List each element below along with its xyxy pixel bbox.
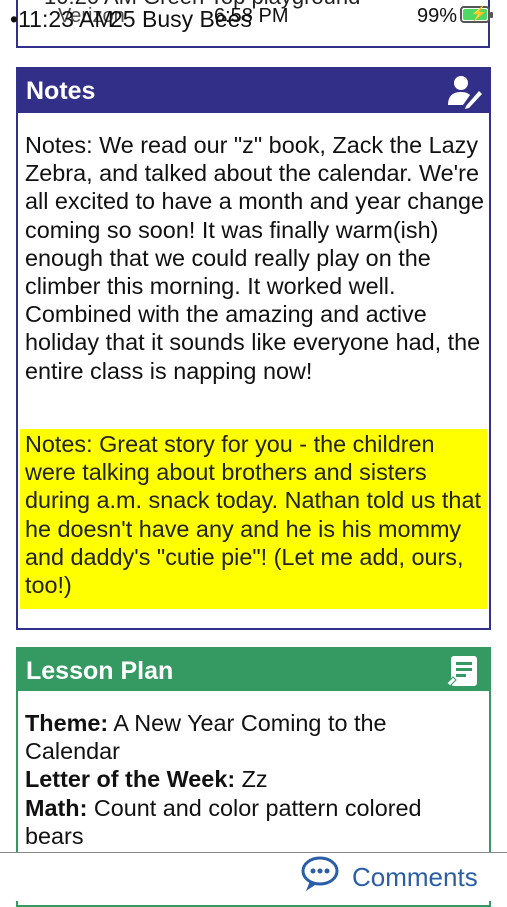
notes-highlight-block: Notes: Great story for you - the childre… xyxy=(20,429,487,609)
comments-button[interactable]: Comments xyxy=(300,855,478,899)
lesson-plan-icon[interactable] xyxy=(445,653,483,689)
lesson-item-value: Zz xyxy=(241,766,268,793)
comments-label: Comments xyxy=(352,861,478,892)
status-bar: 10:20 AM Green Top playground •11:23 AM … xyxy=(0,0,507,34)
battery-icon: ⚡ xyxy=(460,5,493,23)
lesson-item-label: Theme: xyxy=(25,710,109,736)
status-time-center: 6:58 PM xyxy=(214,5,289,27)
lesson-item: Math: Count and color pattern colored be… xyxy=(25,794,485,850)
notes-highlighted-paragraph: Notes: Great story for you - the childre… xyxy=(25,431,481,599)
user-edit-icon[interactable] xyxy=(445,73,483,109)
notes-title: Notes xyxy=(26,77,96,105)
lesson-item: Letter of the Week: Zz xyxy=(25,765,485,793)
notes-paragraph: Notes: We read our "z" book, Zack the La… xyxy=(25,132,485,384)
notes-card: Notes Notes: We read our "z" book, Zack … xyxy=(16,67,491,630)
battery-percent: 99% xyxy=(417,5,458,27)
lesson-plan-header: Lesson Plan xyxy=(18,649,489,691)
lesson-plan-body: Theme: A New Year Coming to the Calendar… xyxy=(25,709,485,850)
lesson-item-label: Letter of the Week: xyxy=(25,766,236,793)
lesson-item-label: Math: xyxy=(25,794,88,821)
lesson-item: Theme: A New Year Coming to the Calendar xyxy=(25,709,485,765)
notes-header: Notes xyxy=(18,69,489,113)
bottom-bar: Comments xyxy=(0,852,507,901)
lesson-plan-title: Lesson Plan xyxy=(26,657,174,685)
chat-bubble-icon xyxy=(300,855,348,900)
